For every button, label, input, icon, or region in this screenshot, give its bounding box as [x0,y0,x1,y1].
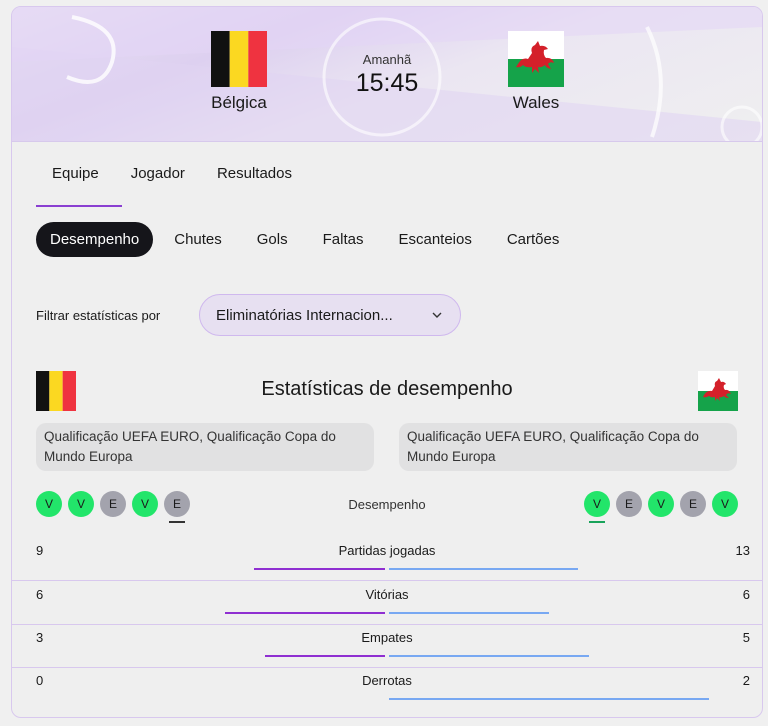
filter-label: Filtrar estatísticas por [36,308,161,323]
kickoff-info: Amanhã 15:45 [312,52,462,98]
pill-faltas[interactable]: Faltas [306,222,381,257]
stat-label: Derrotas [362,673,412,688]
stats-title: Estatísticas de desempenho [261,378,513,400]
home-bar [254,568,385,570]
away-team-name: Wales [512,93,560,112]
tab-jogador[interactable]: Jogador [115,165,201,182]
stat-away-value: 5 [742,630,750,645]
home-team-name: Bélgica [211,93,267,112]
stat-home-value: 3 [36,630,44,645]
chevron-down-icon [432,312,442,318]
belgium-flag-icon [36,371,76,411]
stat-away-value: 13 [735,543,750,558]
home-team[interactable]: Bélgica [169,31,309,113]
stat-row-derrotas: 0 Derrotas 2 [12,667,762,710]
competition-filter-dropdown[interactable]: Eliminatórias Internacion... [199,294,461,336]
form-badge[interactable]: V [132,491,158,517]
form-badge[interactable]: V [712,491,738,517]
stat-home-value: 9 [36,543,44,558]
home-bar [265,655,385,657]
form-badge[interactable]: E [616,491,642,517]
form-badge[interactable]: V [584,491,610,523]
filter-selected-value: Eliminatórias Internacion... [216,306,393,324]
main-tabs: Equipe Jogador Resultados [36,165,308,182]
away-bar [389,698,709,700]
pill-cartoes[interactable]: Cartões [490,222,577,257]
form-badge[interactable]: V [68,491,94,517]
match-stats-card: Bélgica Amanhã 15:45 Wales Equipe Jogado… [11,6,763,718]
tab-resultados[interactable]: Resultados [201,165,308,182]
pill-escanteios[interactable]: Escanteios [381,222,488,257]
away-competitions: Qualificação UEFA EURO, Qualificação Cop… [399,423,737,471]
wales-flag-icon [698,371,738,411]
away-team[interactable]: Wales [466,31,606,113]
away-bar [389,655,589,657]
kickoff-day: Amanhã [362,52,412,67]
stat-home-value: 6 [36,587,44,602]
stat-row-vitorias: 6 Vitórias 6 [12,581,762,625]
pill-chutes[interactable]: Chutes [157,222,239,257]
stat-row-empates: 3 Empates 5 [12,624,762,668]
kickoff-time: 15:45 [355,69,419,97]
wales-flag-icon [508,31,564,87]
stat-away-value: 2 [742,673,750,688]
pill-desempenho[interactable]: Desempenho [36,222,154,257]
stat-label: Partidas jogadas [338,543,436,558]
stat-row-partidas: 9 Partidas jogadas 13 [12,537,762,581]
stat-away-value: 6 [742,587,750,602]
away-bar [389,568,578,570]
home-competitions: Qualificação UEFA EURO, Qualificação Cop… [36,423,374,471]
belgium-flag-icon [211,31,267,87]
stat-label: Empates [361,630,413,645]
away-form: V E V E V [584,491,744,523]
stat-home-value: 0 [36,673,44,688]
form-badge[interactable]: E [680,491,706,517]
form-badge[interactable]: E [164,491,190,523]
form-badge[interactable]: E [100,491,126,517]
form-badge[interactable]: V [648,491,674,517]
active-tab-indicator [36,205,122,207]
tab-equipe[interactable]: Equipe [36,165,115,182]
form-badge[interactable]: V [36,491,62,517]
form-label: Desempenho [348,497,426,512]
pill-gols[interactable]: Gols [240,222,305,257]
stat-label: Vitórias [365,587,409,602]
home-bar [225,612,385,614]
match-header: Bélgica Amanhã 15:45 Wales [12,7,762,142]
home-form: V V E V E [36,491,196,523]
away-bar [389,612,549,614]
stat-category-pills: Desempenho Chutes Gols Faltas Escanteios… [36,222,577,257]
